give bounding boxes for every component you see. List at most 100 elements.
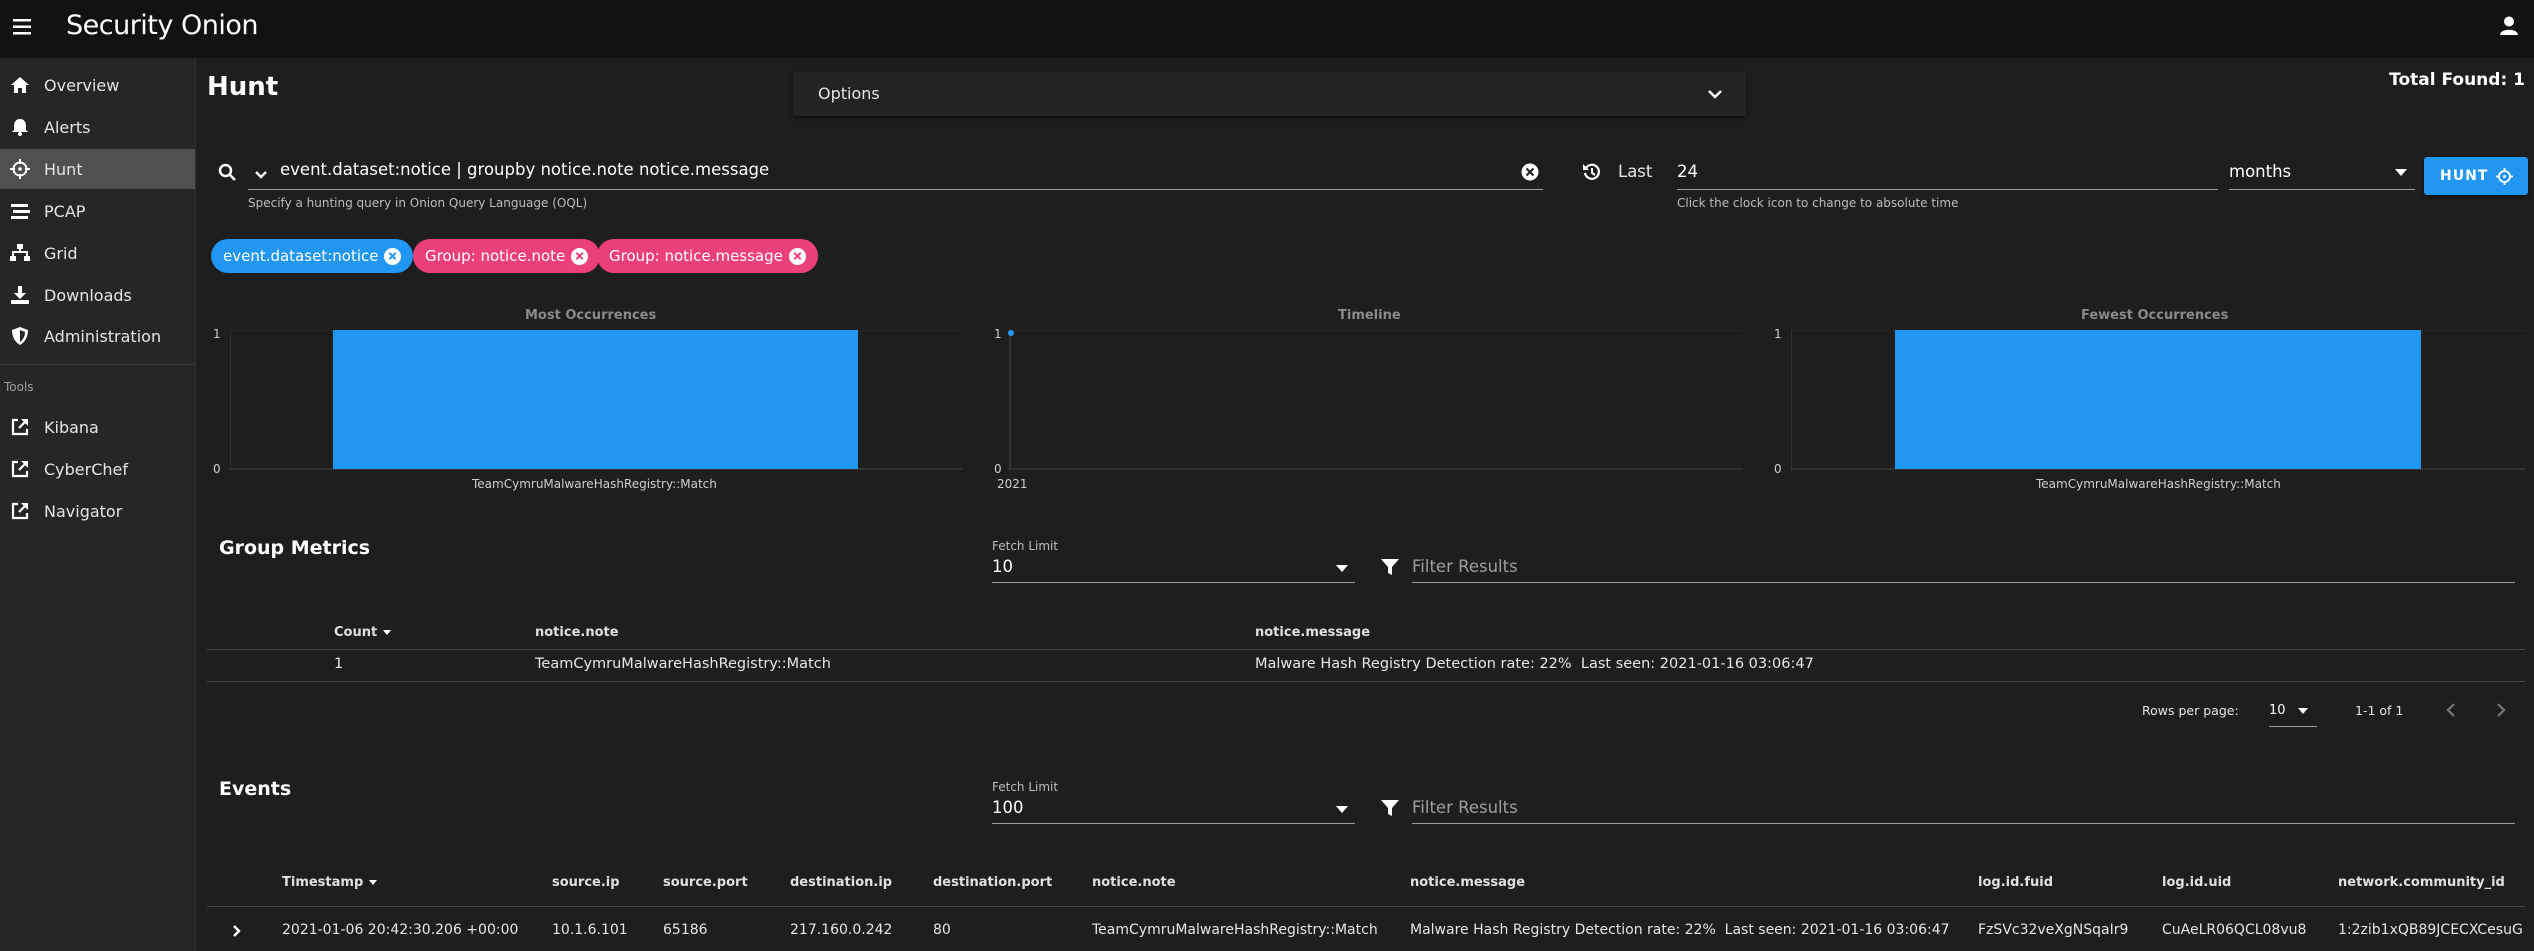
column-header-notice-note[interactable]: notice.note bbox=[1092, 875, 1176, 890]
caret-down-icon bbox=[1336, 565, 1348, 572]
filter-results-input[interactable]: Filter Results bbox=[1412, 798, 1518, 817]
unit-underline bbox=[2229, 189, 2415, 190]
cell-source-port[interactable]: 65186 bbox=[663, 922, 708, 938]
cell-destination-ip[interactable]: 217.160.0.242 bbox=[790, 922, 892, 938]
top-app-bar: Security Onion bbox=[0, 0, 2534, 58]
chevron-left-icon[interactable] bbox=[2445, 702, 2457, 718]
y-tick: 0 bbox=[994, 462, 1002, 476]
sidebar-item-hunt[interactable]: Hunt bbox=[0, 149, 195, 189]
total-found: Total Found: 1 bbox=[2389, 70, 2525, 90]
sidebar-item-administration[interactable]: Administration bbox=[0, 316, 195, 356]
sidebar-item-overview[interactable]: Overview bbox=[0, 65, 195, 105]
fetch-underline bbox=[992, 823, 1355, 824]
fetch-underline bbox=[992, 582, 1355, 583]
chevron-right-icon[interactable] bbox=[2495, 702, 2507, 718]
sidebar-item-pcap[interactable]: PCAP bbox=[0, 191, 195, 231]
options-panel[interactable]: Options bbox=[793, 72, 1746, 116]
timeline-chart bbox=[1008, 330, 1743, 470]
column-header-message[interactable]: notice.message bbox=[1255, 625, 1370, 640]
time-value-input[interactable]: 24 bbox=[1677, 162, 1698, 181]
events-title: Events bbox=[219, 778, 292, 800]
filter-chip[interactable]: event.dataset:notice bbox=[211, 239, 414, 273]
chart-bar[interactable] bbox=[1895, 330, 2421, 469]
crosshairs-icon bbox=[10, 159, 30, 179]
account-icon[interactable] bbox=[2500, 16, 2518, 36]
query-input[interactable]: event.dataset:notice | groupby notice.no… bbox=[280, 160, 769, 179]
close-icon[interactable] bbox=[571, 247, 589, 265]
cell-note[interactable]: TeamCymruMalwareHashRegistry::Match bbox=[535, 656, 831, 672]
cell-notice-note[interactable]: TeamCymruMalwareHashRegistry::Match bbox=[1092, 922, 1378, 938]
sidebar-item-kibana[interactable]: Kibana bbox=[0, 407, 195, 447]
chart-bar[interactable] bbox=[333, 330, 858, 469]
menu-icon[interactable] bbox=[13, 19, 33, 35]
column-label: Count bbox=[334, 625, 378, 640]
pagination-range: 1-1 of 1 bbox=[2355, 703, 2404, 718]
rows-per-page-select[interactable]: 10 bbox=[2269, 703, 2286, 718]
sidebar-divider bbox=[0, 364, 195, 365]
column-header-community-id[interactable]: network.community_id bbox=[2338, 875, 2505, 890]
group-chip[interactable]: Group: notice.note bbox=[413, 239, 601, 273]
x-tick: TeamCymruMalwareHashRegistry::Match bbox=[2036, 477, 2281, 491]
cell-count[interactable]: 1 bbox=[334, 656, 343, 672]
table-divider bbox=[207, 906, 2525, 907]
time-unit-select[interactable]: months bbox=[2229, 162, 2291, 181]
brand-logo[interactable]: Security Onion bbox=[66, 10, 258, 41]
close-icon[interactable] bbox=[384, 247, 402, 265]
sidebar-item-label: Overview bbox=[44, 75, 120, 95]
history-icon[interactable] bbox=[1582, 162, 1602, 182]
fetch-limit-select[interactable]: 100 bbox=[992, 798, 1024, 817]
fetch-limit-select[interactable]: 10 bbox=[992, 557, 1013, 576]
cell-community-id[interactable]: 1:2zib1xQB89JCECXCesuG bbox=[2338, 922, 2528, 938]
query-menu-chevron-icon[interactable] bbox=[254, 170, 268, 180]
sidebar-item-alerts[interactable]: Alerts bbox=[0, 107, 195, 147]
time-underline bbox=[1677, 189, 2218, 190]
sidebar-item-downloads[interactable]: Downloads bbox=[0, 275, 195, 315]
cell-log-id-uid[interactable]: CuAeLR06QCL08vu8 bbox=[2162, 922, 2306, 938]
y-tick: 1 bbox=[213, 327, 221, 341]
column-header-source-port[interactable]: source.port bbox=[663, 875, 748, 890]
column-header-destination-port[interactable]: destination.port bbox=[933, 875, 1052, 890]
group-chip[interactable]: Group: notice.message bbox=[597, 239, 818, 273]
cell-source-ip[interactable]: 10.1.6.101 bbox=[552, 922, 628, 938]
column-header-source-ip[interactable]: source.ip bbox=[552, 875, 620, 890]
query-hint: Specify a hunting query in Onion Query L… bbox=[248, 196, 588, 210]
chart-title: Timeline bbox=[1338, 308, 1401, 323]
column-header-notice-message[interactable]: notice.message bbox=[1410, 875, 1525, 890]
column-header-timestamp[interactable]: Timestamp bbox=[282, 875, 378, 890]
x-tick: TeamCymruMalwareHashRegistry::Match bbox=[472, 477, 717, 491]
expand-row-icon[interactable] bbox=[232, 924, 242, 938]
crosshairs-icon bbox=[2496, 168, 2513, 185]
hunt-button[interactable]: HUNT bbox=[2424, 157, 2528, 195]
options-label: Options bbox=[818, 84, 880, 103]
sort-desc-icon bbox=[368, 880, 377, 885]
cell-message[interactable]: Malware Hash Registry Detection rate: 22… bbox=[1255, 656, 1814, 672]
y-tick: 0 bbox=[213, 462, 221, 476]
hunt-button-label: HUNT bbox=[2440, 168, 2489, 184]
column-header-note[interactable]: notice.note bbox=[535, 625, 619, 640]
sidebar-item-grid[interactable]: Grid bbox=[0, 233, 195, 273]
close-icon[interactable] bbox=[788, 247, 806, 265]
sidebar-item-cyberchef[interactable]: CyberChef bbox=[0, 449, 195, 489]
column-header-log-id-fuid[interactable]: log.id.fuid bbox=[1978, 875, 2053, 890]
column-header-count[interactable]: Count bbox=[334, 625, 392, 640]
column-header-destination-ip[interactable]: destination.ip bbox=[790, 875, 892, 890]
table-divider bbox=[207, 649, 2525, 650]
sort-desc-icon bbox=[382, 630, 391, 635]
filter-results-input[interactable]: Filter Results bbox=[1412, 557, 1518, 576]
cell-notice-message[interactable]: Malware Hash Registry Detection rate: 22… bbox=[1410, 922, 1950, 938]
chevron-down-icon bbox=[1708, 90, 1722, 99]
cell-timestamp[interactable]: 2021-01-06 20:42:30.206 +00:00 bbox=[282, 922, 518, 938]
sidebar: Overview Alerts Hunt PCAP Grid Downloads… bbox=[0, 58, 196, 951]
sidebar-item-navigator[interactable]: Navigator bbox=[0, 491, 195, 531]
column-header-log-id-uid[interactable]: log.id.uid bbox=[2162, 875, 2231, 890]
clear-query-icon[interactable] bbox=[1521, 163, 1539, 181]
tools-heading: Tools bbox=[4, 380, 34, 394]
cell-destination-port[interactable]: 80 bbox=[933, 922, 951, 938]
group-metrics-title: Group Metrics bbox=[219, 537, 371, 559]
home-icon bbox=[11, 77, 29, 93]
timeline-point[interactable] bbox=[1008, 330, 1014, 336]
bell-icon bbox=[12, 119, 28, 136]
filter-underline bbox=[1412, 823, 2515, 824]
cell-log-id-fuid[interactable]: FzSVc32veXgNSqaIr9 bbox=[1978, 922, 2128, 938]
column-label: Timestamp bbox=[282, 875, 364, 890]
